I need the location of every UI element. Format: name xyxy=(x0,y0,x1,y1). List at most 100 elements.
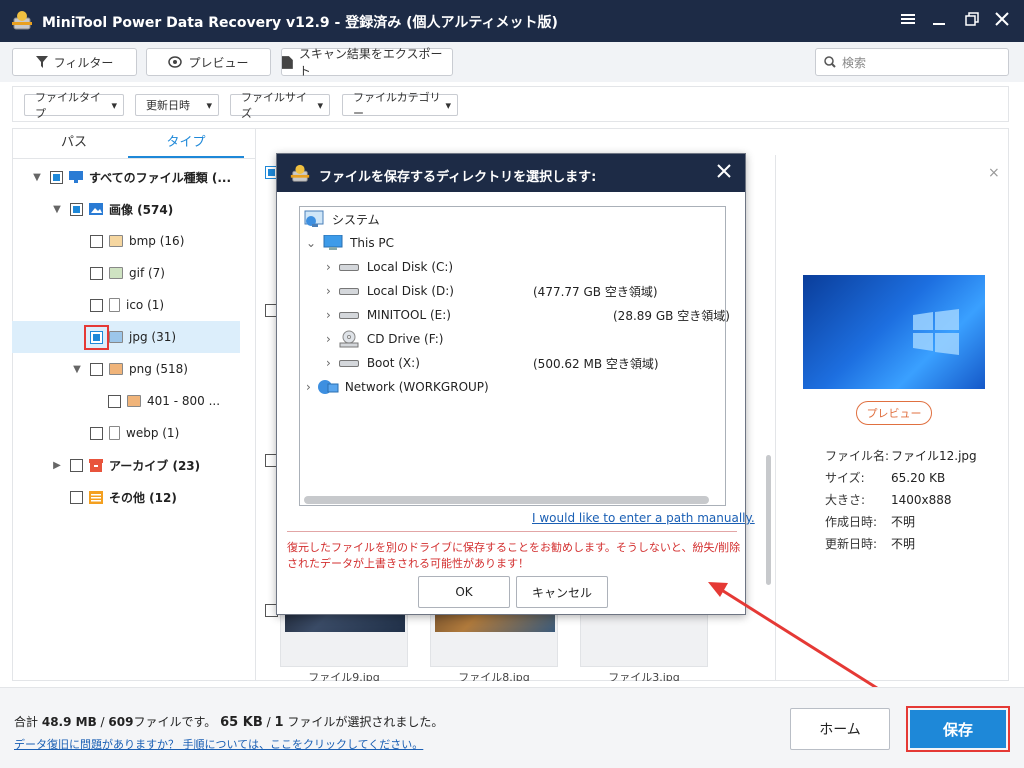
chevron-right-icon[interactable]: › xyxy=(326,356,331,370)
jpg-checkbox[interactable] xyxy=(84,324,109,350)
dir-item-network[interactable]: › Network (WORKGROUP) xyxy=(300,375,725,399)
close-icon[interactable]: × xyxy=(988,165,1000,181)
tree-checkbox[interactable] xyxy=(90,298,103,312)
selected-count: 1 xyxy=(274,715,284,730)
manual-path-link[interactable]: I would like to enter a path manually. xyxy=(532,511,755,525)
dialog-title: ファイルを保存するディレクトリを選択します: xyxy=(319,170,597,185)
preview-button[interactable]: プレビュー xyxy=(146,48,271,76)
tree-checkbox[interactable] xyxy=(90,426,103,440)
dir-item-drive-c[interactable]: › Local Disk (C:) xyxy=(300,255,725,279)
tree-item-other[interactable]: その他 (12) xyxy=(12,481,255,513)
preview-button[interactable]: プレビュー xyxy=(856,401,932,425)
tree-item-ico[interactable]: ico (1) xyxy=(12,289,255,321)
search-input[interactable]: 検索 xyxy=(815,48,1009,76)
tree-item-archive[interactable]: ▶ アーカイブ (23) xyxy=(12,449,255,481)
cancel-button[interactable]: キャンセル xyxy=(516,576,608,608)
chevron-right-icon[interactable]: › xyxy=(326,308,331,322)
dir-item-this-pc[interactable]: ⌄ This PC xyxy=(300,231,725,255)
tree-item-bmp[interactable]: bmp (16) xyxy=(12,225,255,257)
modified-date-dropdown[interactable]: 更新日時 ▾ xyxy=(135,94,219,116)
computer-icon xyxy=(323,235,343,250)
tree-checkbox[interactable] xyxy=(70,490,83,504)
free-space: (500.62 MB 空き領域) xyxy=(533,356,659,371)
tree-item-label: 401 - 800 ... xyxy=(147,394,221,408)
cd-drive-icon xyxy=(339,330,359,348)
tree-item-label: その他 (12) xyxy=(109,490,177,505)
tree-checkbox[interactable] xyxy=(90,266,103,280)
dir-label: Local Disk (C:) xyxy=(366,260,454,274)
tree-item-gif[interactable]: gif (7) xyxy=(12,257,255,289)
file-category-dropdown[interactable]: ファイルカテゴリー ▾ xyxy=(342,91,458,120)
info-row: サイズ: 65.20 KB xyxy=(825,467,1005,489)
chevron-down-icon: ▾ xyxy=(317,98,323,112)
tree-item-label: アーカイブ (23) xyxy=(109,458,201,473)
dir-label: Boot (X:) xyxy=(366,356,420,370)
divider xyxy=(287,531,737,532)
chevron-right-icon[interactable]: › xyxy=(326,260,331,274)
tree-checkbox[interactable] xyxy=(108,394,121,408)
tree-checkbox[interactable] xyxy=(90,234,103,248)
system-icon xyxy=(304,210,324,227)
tree-item-png[interactable]: ▼ png (518) xyxy=(12,353,255,385)
toolbar: フィルター プレビュー スキャン結果をエクスポート 検索 xyxy=(0,42,1024,82)
generic-file-icon xyxy=(109,298,120,312)
ok-button[interactable]: OK xyxy=(418,576,510,608)
tree-item-webp[interactable]: webp (1) xyxy=(12,417,255,449)
grid-scrollbar[interactable] xyxy=(766,455,771,585)
window-title: MiniTool Power Data Recovery v12.9 - 登録済… xyxy=(42,15,558,31)
chevron-right-icon[interactable]: › xyxy=(326,332,331,346)
dir-item-drive-d[interactable]: › Local Disk (D:) (477.77 GB 空き領域) xyxy=(300,279,725,303)
png-file-icon xyxy=(109,363,123,375)
menu-icon[interactable] xyxy=(896,9,920,33)
tree-checkbox[interactable] xyxy=(50,170,63,184)
save-highlight-box: 保存 xyxy=(906,706,1010,752)
tree-checkbox[interactable] xyxy=(70,202,83,216)
help-link[interactable]: データ復旧に問題がありますか？ 手順については、ここをクリックしてください。 xyxy=(14,736,423,752)
tree-checkbox[interactable] xyxy=(70,458,83,472)
highlight-box xyxy=(84,324,109,350)
dir-item-drive-f[interactable]: › CD Drive (F:) xyxy=(300,327,725,351)
chevron-right-icon[interactable]: › xyxy=(306,380,311,394)
title-bar: MiniTool Power Data Recovery v12.9 - 登録済… xyxy=(0,0,1024,42)
footer: 合計 48.9 MB / 609ファイルです。 65 KB / 1 ファイルが選… xyxy=(0,687,1024,768)
minimize-icon[interactable] xyxy=(928,9,952,33)
tree-checkbox[interactable] xyxy=(90,362,103,376)
file-size-dropdown[interactable]: ファイルサイズ ▾ xyxy=(230,91,330,120)
tree-item-label: webp (1) xyxy=(126,426,180,440)
dir-label: システム xyxy=(332,212,380,227)
tree-item-all[interactable]: ▼ すべてのファイル種類 (... xyxy=(12,161,255,193)
file-type-tree: ▼ すべてのファイル種類 (... ▼ 画像 (574) bmp (16) gi… xyxy=(12,161,255,513)
dir-item-drive-x[interactable]: › Boot (X:) (500.62 MB 空き領域) xyxy=(300,351,725,375)
tab-type[interactable]: タイプ xyxy=(128,128,244,158)
restore-icon[interactable] xyxy=(960,9,984,33)
filter-button[interactable]: フィルター xyxy=(12,48,137,76)
save-button[interactable]: 保存 xyxy=(910,710,1006,748)
chevron-down-icon: ▾ xyxy=(445,98,451,112)
chevron-down-icon[interactable]: ⌄ xyxy=(306,236,316,250)
chevron-right-icon[interactable]: › xyxy=(326,284,331,298)
drive-icon xyxy=(338,287,359,295)
dir-item-system[interactable]: システム xyxy=(300,207,725,231)
close-icon[interactable] xyxy=(717,164,731,181)
close-icon[interactable] xyxy=(990,9,1014,33)
summary-slash: / xyxy=(266,715,271,729)
info-row: 大きさ: 1400x888 xyxy=(825,489,1005,511)
tree-item-jpg[interactable]: jpg (31) xyxy=(12,321,240,353)
info-row: ファイル名: ファイル12.jpg xyxy=(825,445,1005,467)
chevron-down-icon[interactable]: ▼ xyxy=(50,204,64,215)
horizontal-scrollbar[interactable] xyxy=(304,496,709,504)
export-button[interactable]: スキャン結果をエクスポート xyxy=(281,47,453,78)
dir-item-drive-e[interactable]: › MINITOOL (E:) (28.89 GB 空き領域) xyxy=(300,303,730,327)
jpg-file-icon xyxy=(109,331,123,343)
file-type-dropdown[interactable]: ファイルタイプ ▾ xyxy=(24,91,124,120)
tree-item-png-size[interactable]: 401 - 800 ... xyxy=(12,385,255,417)
tab-path[interactable]: パス xyxy=(16,128,132,158)
chevron-down-icon[interactable]: ▼ xyxy=(30,172,44,183)
search-icon xyxy=(824,56,836,68)
home-button[interactable]: ホーム xyxy=(790,708,890,750)
chevron-right-icon[interactable]: ▶ xyxy=(50,460,64,471)
chevron-down-icon[interactable]: ▼ xyxy=(70,364,84,375)
info-value: 1400x888 xyxy=(891,493,952,507)
dir-label: This PC xyxy=(350,236,395,250)
tree-item-images[interactable]: ▼ 画像 (574) xyxy=(12,193,255,225)
